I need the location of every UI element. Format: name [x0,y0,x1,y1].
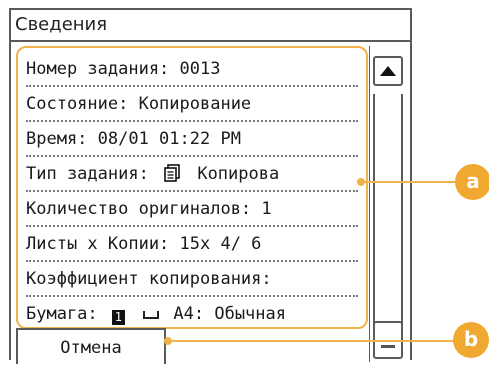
screen-title: Сведения [11,10,410,42]
row-status: Состояние: Копирование [26,87,358,122]
scroll-up-button[interactable] [373,56,403,86]
paper-source-number: 1 [111,310,125,325]
scroll-track[interactable] [373,94,403,354]
details-list[interactable]: Номер задания: 0013 Состояние: Копирован… [16,46,368,329]
paper-label: Бумага: [26,304,98,324]
callout-a-line [362,181,462,183]
callout-a-badge: a [455,164,489,200]
callout-b-badge: b [453,322,489,358]
row-job-number: Номер задания: 0013 [26,52,358,87]
callout-b-line [168,340,458,342]
job-type-value: Копирова [197,164,280,184]
job-type-label: Тип задания: [26,164,149,184]
paper-tray-icon [143,311,160,319]
row-job-type: Тип задания: Копирова [26,157,358,192]
paper-value: A4: Обычная [173,304,286,324]
row-originals: Количество оригиналов: 1 [26,192,358,227]
arrow-down-icon [381,345,395,348]
row-sheets-copies: Листы x Копии: 15x 4/ 6 [26,227,358,262]
copy-job-icon [164,164,180,182]
scrollbar[interactable] [369,46,408,362]
row-time: Время: 08/01 01:22 PM [26,122,358,157]
row-copy-ratio: Коэффициент копирования: [26,262,358,297]
cancel-button[interactable]: Отмена [16,328,166,364]
row-paper: Бумага: 1 A4: Обычная [26,297,358,327]
arrow-up-icon [380,66,396,76]
details-screen: Сведения Номер задания: 0013 Состояние: … [9,8,412,364]
